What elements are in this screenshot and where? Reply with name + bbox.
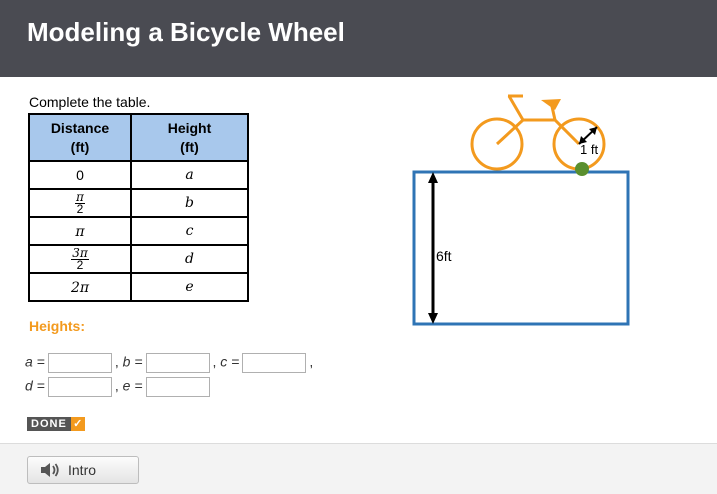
height-header-label: Height <box>167 119 212 136</box>
table-row: π2 b <box>28 188 249 218</box>
height-cell: a <box>130 160 249 190</box>
done-label: DONE <box>27 417 71 431</box>
speaker-icon <box>41 463 59 477</box>
table-row: 3π 2 d <box>28 244 249 274</box>
height-arrow-bottom <box>428 313 438 324</box>
separator: , <box>114 377 119 394</box>
heights-row-2: d =, e = <box>25 377 213 397</box>
distance-header-label: Distance <box>50 119 110 136</box>
intro-label: Intro <box>68 462 97 478</box>
distance-cell: π <box>28 216 132 246</box>
bicycle-icon <box>470 94 606 171</box>
page-title: Modeling a Bicycle Wheel <box>27 17 345 47</box>
c-label: c = <box>220 353 240 370</box>
e-input[interactable] <box>145 377 210 397</box>
b-label: b = <box>122 353 143 370</box>
checkmark-icon: ✓ <box>70 417 85 431</box>
distance-value: 2π <box>70 279 90 296</box>
a-label: a = <box>25 353 45 370</box>
distance-fraction: 3π 2 <box>71 247 89 272</box>
separator: , <box>212 353 217 370</box>
separator: , <box>114 353 119 370</box>
table-header-row: Distance (ft) Height (ft) <box>28 113 249 162</box>
distance-cell: 3π 2 <box>28 244 132 274</box>
distance-header-unit: (ft) <box>70 138 90 155</box>
fraction-denominator: 2 <box>76 257 84 272</box>
height-arrow-top <box>428 172 438 183</box>
contact-point <box>575 162 589 176</box>
d-label: d = <box>25 377 45 394</box>
table-row: π c <box>28 216 249 246</box>
data-table: Distance (ft) Height (ft) 0 a π2 b π c 3π 2… <box>28 113 249 302</box>
distance-value: 0 <box>76 167 84 183</box>
separator: , <box>309 353 314 370</box>
footer-bar: Intro <box>0 443 717 494</box>
height-cell: d <box>130 244 249 274</box>
table-row: 0 a <box>28 160 249 190</box>
heights-label: Heights: <box>29 318 85 334</box>
b-input[interactable] <box>145 353 210 373</box>
c-input[interactable] <box>242 353 307 373</box>
distance-fraction: π2 <box>75 191 85 216</box>
distance-cell: 2π <box>28 272 132 302</box>
height-cell: e <box>130 272 249 302</box>
bicycle-wheel-diagram <box>412 94 630 326</box>
height-header: Height (ft) <box>130 113 249 162</box>
distance-cell: π2 <box>28 188 132 218</box>
height-label: 6ft <box>436 248 452 264</box>
height-cell: c <box>130 216 249 246</box>
header-bar: Modeling a Bicycle Wheel <box>0 0 717 77</box>
intro-button[interactable]: Intro <box>27 456 139 484</box>
e-label: e = <box>122 377 143 394</box>
table-row: 2π e <box>28 272 249 302</box>
radius-label: 1 ft <box>580 142 599 157</box>
fraction-denominator: 2 <box>76 201 84 216</box>
seat-post <box>507 95 525 121</box>
distance-header: Distance (ft) <box>28 113 132 162</box>
distance-cell: 0 <box>28 160 132 190</box>
done-button[interactable]: DONE ✓ <box>27 417 85 431</box>
height-header-unit: (ft) <box>180 138 199 155</box>
height-cell: b <box>130 188 249 218</box>
d-input[interactable] <box>47 377 112 397</box>
heights-row-1: a =, b =, c =, <box>25 353 313 373</box>
a-input[interactable] <box>47 353 112 373</box>
distance-value: π <box>75 223 85 240</box>
instructions: Complete the table. <box>29 94 151 110</box>
